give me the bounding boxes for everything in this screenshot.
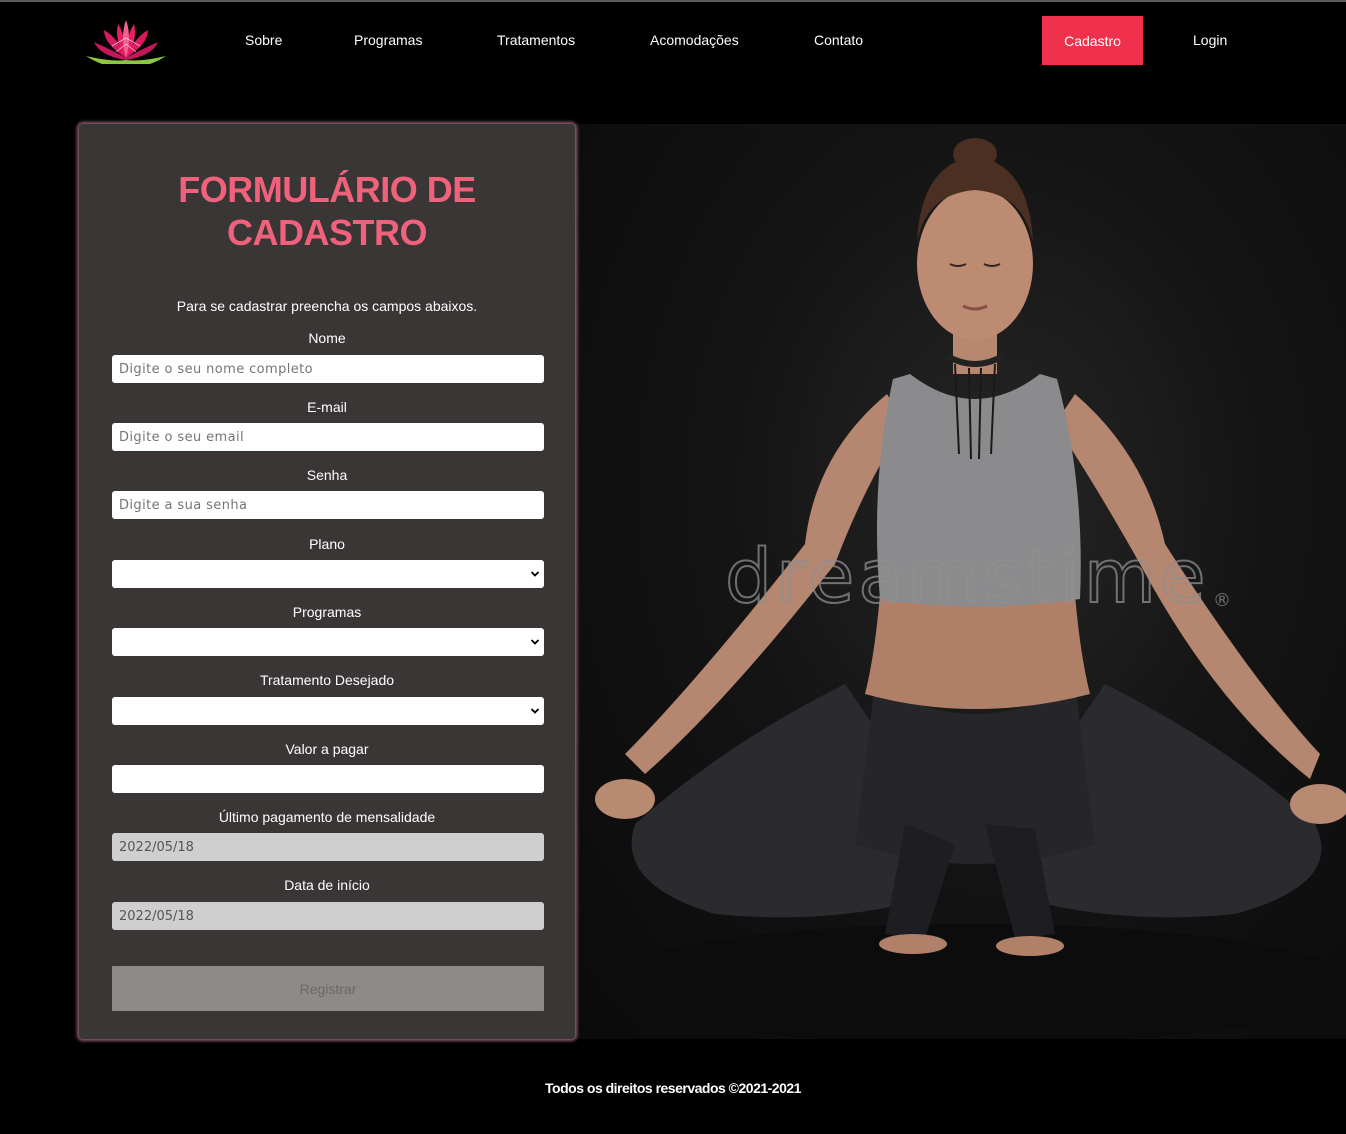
nav-contato[interactable]: Contato — [814, 32, 863, 48]
tratamento-select[interactable] — [112, 697, 544, 725]
email-label: E-mail — [307, 399, 347, 415]
ultimo-pagamento-label: Último pagamento de mensalidade — [218, 809, 436, 825]
valor-input[interactable] — [112, 765, 544, 793]
nav-tratamentos[interactable]: Tratamentos — [497, 32, 575, 48]
email-input[interactable] — [112, 423, 544, 451]
valor-label: Valor a pagar — [285, 741, 369, 757]
nav-acomodacoes[interactable]: Acomodações — [650, 32, 739, 48]
plano-select[interactable] — [112, 560, 544, 588]
nav-sobre[interactable]: Sobre — [245, 32, 282, 48]
nome-label: Nome — [308, 330, 346, 346]
plano-label: Plano — [309, 536, 345, 552]
programas-label: Programas — [292, 604, 362, 620]
navbar: Sobre Programas Tratamentos Acomodações … — [0, 2, 1346, 78]
nav-programas[interactable]: Programas — [354, 32, 422, 48]
data-inicio-label: Data de início — [284, 877, 370, 893]
senha-label: Senha — [306, 467, 348, 483]
nome-input[interactable] — [112, 355, 544, 383]
footer-copyright: Todos os direitos reservados ©2021-2021 — [545, 1080, 801, 1096]
form-title-line1: FORMULÁRIO DE — [178, 169, 476, 210]
lotus-flower-icon[interactable] — [82, 16, 170, 64]
form-title-line2: CADASTRO — [227, 212, 428, 253]
chevron-down-icon — [530, 571, 540, 577]
registration-form-card: FORMULÁRIO DE CADASTRO Para se cadastrar… — [79, 124, 575, 1039]
hero-yoga-photo: dreamstime ® — [575, 124, 1346, 1039]
watermark-text: dreamstime — [725, 534, 1209, 620]
senha-input[interactable] — [112, 491, 544, 519]
form-title: FORMULÁRIO DE CADASTRO — [79, 168, 575, 254]
data-inicio-input — [112, 902, 544, 930]
chevron-down-icon — [530, 708, 540, 714]
registrar-button[interactable]: Registrar — [112, 966, 544, 1011]
form-subtitle: Para se cadastrar preencha os campos aba… — [176, 298, 478, 314]
watermark-registered-mark: ® — [1213, 590, 1231, 611]
nav-cadastro-button[interactable]: Cadastro — [1042, 16, 1143, 65]
programas-select[interactable] — [112, 628, 544, 656]
ultimo-pagamento-input — [112, 833, 544, 861]
tratamento-label: Tratamento Desejado — [259, 672, 395, 688]
chevron-down-icon — [530, 639, 540, 645]
nav-login[interactable]: Login — [1193, 32, 1227, 48]
